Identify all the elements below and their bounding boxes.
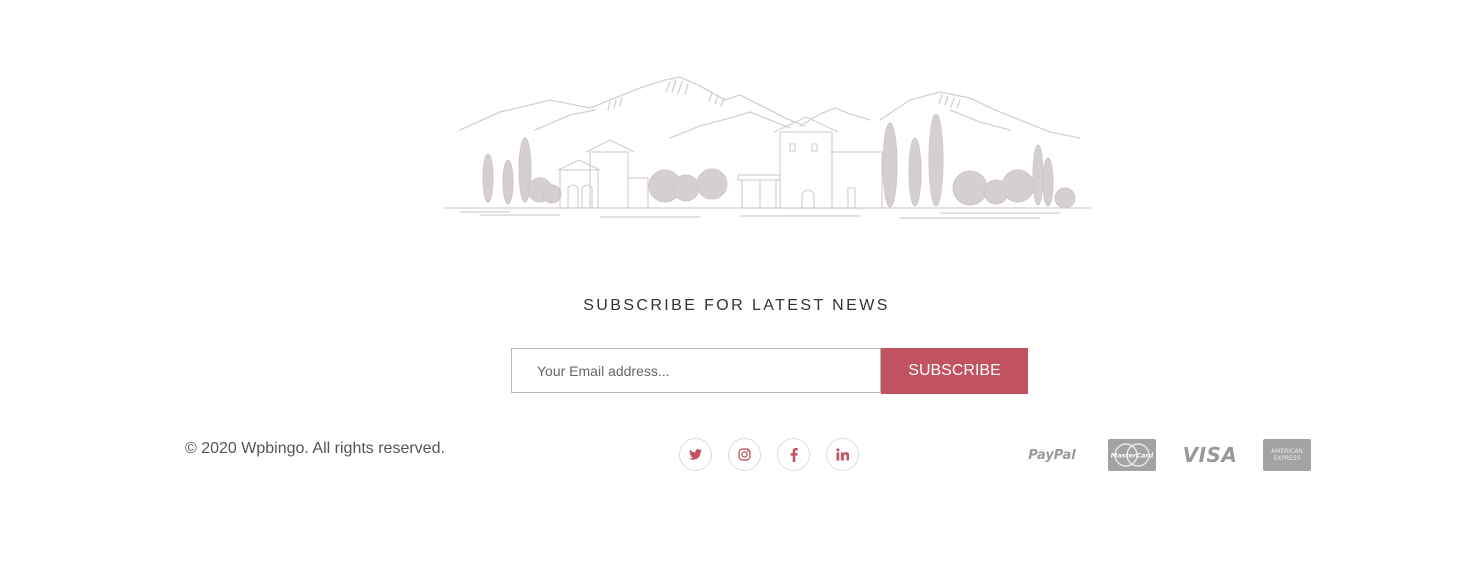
amex-label-line1: AMERICAN (1271, 448, 1303, 455)
subscribe-button[interactable]: SUBSCRIBE (881, 348, 1028, 394)
social-links (679, 438, 859, 471)
amex-logo: AMERICAN EXPRESS (1263, 439, 1311, 471)
mastercard-icon: MasterCard (1111, 443, 1154, 467)
paypal-logo: PayPal (1028, 447, 1076, 463)
instagram-link[interactable] (728, 438, 761, 471)
linkedin-link[interactable] (826, 438, 859, 471)
facebook-link[interactable] (777, 438, 810, 471)
twitter-icon (689, 449, 702, 460)
landscape-illustration (444, 76, 1091, 219)
instagram-icon (738, 448, 751, 461)
copyright-text: © 2020 Wpbingo. All rights reserved. (185, 440, 445, 457)
newsletter-title: SUBSCRIBE FOR LATEST NEWS (583, 297, 890, 314)
facebook-icon (790, 447, 798, 462)
mastercard-logo: MasterCard (1108, 439, 1156, 471)
twitter-link[interactable] (679, 438, 712, 471)
linkedin-icon (836, 448, 849, 461)
payment-methods: PayPal MasterCard VISA AMERICAN EXPRESS (1028, 439, 1312, 471)
email-input[interactable] (511, 348, 881, 393)
mastercard-label: MasterCard (1111, 452, 1154, 460)
amex-label-line2: EXPRESS (1273, 455, 1301, 462)
visa-logo: VISA (1182, 443, 1238, 467)
